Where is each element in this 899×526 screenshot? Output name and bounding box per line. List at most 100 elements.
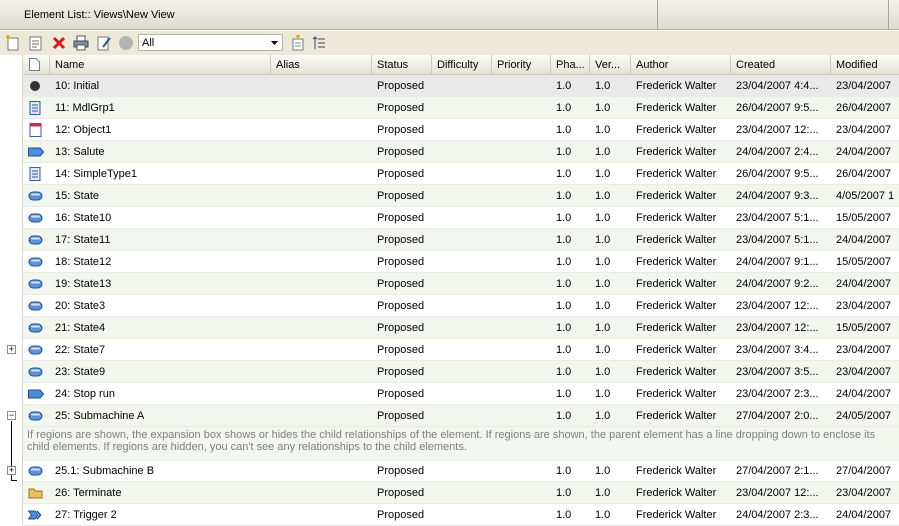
cell-version: 1.0: [595, 124, 611, 136]
cell-created: 23/04/2007 5:1...: [736, 234, 819, 246]
object-icon: [28, 123, 44, 137]
table-row[interactable]: 14: SimpleType1 Proposed 1.0 1.0 Frederick W…: [23, 163, 899, 185]
header-alias[interactable]: Alias: [271, 55, 372, 75]
table-row[interactable]: 16: State10 Proposed 1.0 1.0 Frederick Walte…: [23, 207, 899, 229]
cell-alias: [271, 383, 372, 405]
cell-status: Proposed: [377, 366, 425, 378]
cell-phase: 1.0: [556, 124, 572, 136]
cell-created: 23/04/2007 3:4...: [736, 344, 819, 356]
cell-created: 24/04/2007 2:4...: [736, 146, 819, 158]
table-row[interactable]: 25.1: Submachine B Proposed 1.0 1.0 Frederic…: [23, 460, 899, 482]
cell-status: Proposed: [377, 344, 425, 356]
table-row[interactable]: 22: State7 Proposed 1.0 1.0 Frederick Walter…: [23, 339, 899, 361]
header-priority[interactable]: Priority: [492, 55, 551, 75]
cell-version: 1.0: [595, 278, 611, 290]
cell-phase: 1.0: [556, 102, 572, 114]
cell-alias: [271, 482, 372, 504]
cell-priority: [492, 207, 551, 229]
cell-author: Frederick Walter: [636, 80, 717, 92]
cell-difficulty: [432, 383, 492, 405]
cell-alias: [271, 141, 372, 163]
cell-priority: [492, 460, 551, 482]
header-difficulty[interactable]: Difficulty: [432, 55, 492, 75]
header-phase[interactable]: Pha...: [551, 55, 590, 75]
title-bar: Element List:: Views\New View: [0, 0, 899, 30]
print-icon[interactable]: [72, 35, 89, 51]
new-element-icon[interactable]: [4, 35, 21, 51]
chevron-down-icon[interactable]: [268, 36, 281, 49]
cell-status: Proposed: [377, 168, 425, 180]
expand-box[interactable]: +: [7, 466, 16, 475]
table-row[interactable]: 17: State11 Proposed 1.0 1.0 Frederick Walte…: [23, 229, 899, 251]
expand-box[interactable]: +: [7, 345, 16, 354]
cell-difficulty: [432, 251, 492, 273]
header-name[interactable]: Name: [50, 55, 271, 75]
cell-difficulty: [432, 460, 492, 482]
cell-version: 1.0: [595, 388, 611, 400]
filter-settings-icon[interactable]: [289, 35, 306, 51]
cell-author: Frederick Walter: [636, 410, 717, 422]
cell-priority: [492, 75, 551, 97]
cell-version: 1.0: [595, 487, 611, 499]
cell-priority: [492, 405, 551, 427]
table-row[interactable]: 12: Object1 Proposed 1.0 1.0 Frederick Walte…: [23, 119, 899, 141]
header-author[interactable]: Author: [631, 55, 731, 75]
circle-icon[interactable]: [117, 35, 134, 51]
cell-created: 27/04/2007 2:1...: [736, 465, 819, 477]
filter-select[interactable]: All: [138, 34, 283, 51]
table-row[interactable]: 27: Trigger 2 Proposed 1.0 1.0 Frederick Wal…: [23, 504, 899, 526]
header-created[interactable]: Created: [731, 55, 831, 75]
table-row[interactable]: 25: Submachine A Proposed 1.0 1.0 Frederick …: [23, 405, 899, 427]
header-modified[interactable]: Modified: [831, 55, 899, 75]
header-status[interactable]: Status: [372, 55, 432, 75]
delete-icon[interactable]: [50, 35, 67, 51]
table-row[interactable]: 10: Initial Proposed 1.0 1.0 Frederick Walte…: [23, 75, 899, 97]
cell-version: 1.0: [595, 234, 611, 246]
state-icon: [28, 233, 44, 247]
table-row[interactable]: 11: MdlGrp1 Proposed 1.0 1.0 Frederick Walte…: [23, 97, 899, 119]
signal-icon: [28, 387, 45, 401]
cell-status: Proposed: [377, 300, 425, 312]
column-header: Name Alias Status Difficulty Priority Ph…: [23, 55, 899, 75]
doc-icon: [28, 167, 44, 181]
cell-author: Frederick Walter: [636, 234, 717, 246]
cell-alias: [271, 295, 372, 317]
cell-difficulty: [432, 339, 492, 361]
header-version[interactable]: Ver...: [590, 55, 631, 75]
cell-version: 1.0: [595, 168, 611, 180]
cell-phase: 1.0: [556, 344, 572, 356]
table-row[interactable]: 13: Salute Proposed 1.0 1.0 Frederick Walter…: [23, 141, 899, 163]
cell-status: Proposed: [377, 410, 425, 422]
table-row[interactable]: 24: Stop run Proposed 1.0 1.0 Frederick Walt…: [23, 383, 899, 405]
edit-note-icon[interactable]: [95, 35, 112, 51]
cell-created: 23/04/2007 12:...: [736, 300, 819, 312]
cell-version: 1.0: [595, 509, 611, 521]
title-divider: [657, 0, 658, 30]
cell-difficulty: [432, 119, 492, 141]
table-row[interactable]: 26: Terminate Proposed 1.0 1.0 Frederick Wal…: [23, 482, 899, 504]
collapse-box[interactable]: −: [7, 411, 16, 420]
cell-author: Frederick Walter: [636, 146, 717, 158]
table-row[interactable]: 19: State13 Proposed 1.0 1.0 Frederick Walte…: [23, 273, 899, 295]
cell-alias: [271, 317, 372, 339]
cell-phase: 1.0: [556, 212, 572, 224]
cell-author: Frederick Walter: [636, 212, 717, 224]
state-icon: [28, 189, 44, 203]
table-row[interactable]: 23: State9 Proposed 1.0 1.0 Frederick Walter…: [23, 361, 899, 383]
cell-priority: [492, 251, 551, 273]
cell-alias: [271, 405, 372, 427]
cell-alias: [271, 185, 372, 207]
cell-name: 16: State10: [55, 212, 112, 224]
header-type-icon-column[interactable]: [23, 55, 50, 75]
cell-status: Proposed: [377, 212, 425, 224]
table-row[interactable]: 18: State12 Proposed 1.0 1.0 Frederick Walte…: [23, 251, 899, 273]
table-row[interactable]: 21: State4 Proposed 1.0 1.0 Frederick Walter…: [23, 317, 899, 339]
toggle-notes-icon[interactable]: [311, 35, 328, 51]
cell-modified: 15/05/2007: [836, 256, 892, 268]
table-row[interactable]: 20: State3 Proposed 1.0 1.0 Frederick Walter…: [23, 295, 899, 317]
window-title: Element List:: Views\New View: [24, 9, 175, 21]
cell-version: 1.0: [595, 344, 611, 356]
table-row[interactable]: 15: State Proposed 1.0 1.0 Frederick Walter 2…: [23, 185, 899, 207]
properties-icon[interactable]: [26, 35, 43, 51]
state-icon: [28, 255, 44, 269]
